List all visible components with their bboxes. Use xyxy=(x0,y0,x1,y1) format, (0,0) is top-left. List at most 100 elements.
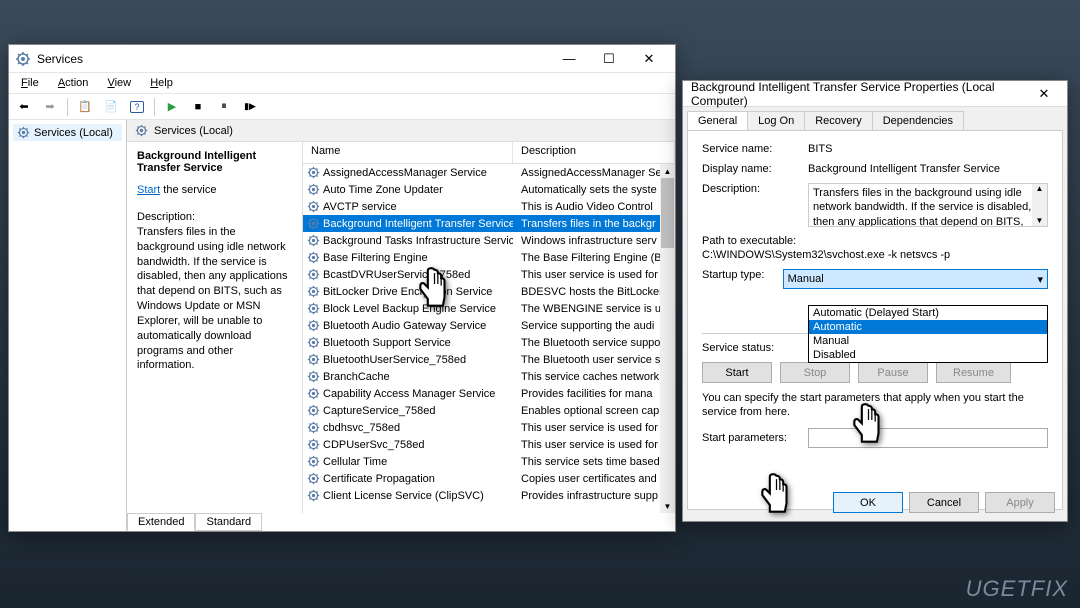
list-row[interactable]: Bluetooth Audio Gateway ServiceService s… xyxy=(303,317,675,334)
column-description[interactable]: Description xyxy=(513,142,675,163)
menu-file[interactable]: File xyxy=(13,75,47,91)
label-path: Path to executable: xyxy=(702,235,796,247)
tab-recovery[interactable]: Recovery xyxy=(804,111,872,130)
gear-icon xyxy=(307,183,320,196)
export-button[interactable]: 📄 xyxy=(100,96,122,118)
tab-logon[interactable]: Log On xyxy=(747,111,805,130)
list-row[interactable]: cbdhsvc_758edThis user service is used f… xyxy=(303,419,675,436)
list-row[interactable]: Client License Service (ClipSVC)Provides… xyxy=(303,487,675,504)
start-params-input[interactable] xyxy=(808,428,1048,448)
close-button[interactable]: ✕ xyxy=(629,46,669,72)
list-row[interactable]: CDPUserSvc_758edThis user service is use… xyxy=(303,436,675,453)
scroll-down[interactable]: ▼ xyxy=(660,499,675,513)
option-manual[interactable]: Manual xyxy=(809,334,1047,348)
start-service-link[interactable]: Start xyxy=(137,184,160,196)
list-row[interactable]: AssignedAccessManager ServiceAssignedAcc… xyxy=(303,164,675,181)
list-row[interactable]: AVCTP serviceThis is Audio Video Control xyxy=(303,198,675,215)
gear-icon xyxy=(307,285,320,298)
props-title-text: Background Intelligent Transfer Service … xyxy=(691,80,1029,108)
back-button[interactable]: ⬅ xyxy=(13,96,35,118)
label-service-status: Service status: xyxy=(702,342,808,354)
gear-icon xyxy=(307,217,320,230)
menu-view[interactable]: View xyxy=(99,75,139,91)
option-automatic[interactable]: Automatic xyxy=(809,320,1047,334)
gear-icon xyxy=(307,489,320,502)
selected-service-title: Background Intelligent Transfer Service xyxy=(137,150,292,174)
menubar: File Action View Help xyxy=(9,73,675,94)
gear-icon xyxy=(307,370,320,383)
list-row[interactable]: Cellular TimeThis service sets time base… xyxy=(303,453,675,470)
value-service-name: BITS xyxy=(808,143,1048,155)
description-label: Description: xyxy=(137,210,292,225)
option-auto-delayed[interactable]: Automatic (Delayed Start) xyxy=(809,306,1047,320)
list-row[interactable]: Certificate PropagationCopies user certi… xyxy=(303,470,675,487)
pause-button[interactable]: ⏸ xyxy=(213,96,235,118)
play-button[interactable]: ▶ xyxy=(161,96,183,118)
list-row[interactable]: Capability Access Manager ServiceProvide… xyxy=(303,385,675,402)
titlebar: Services — ☐ ✕ xyxy=(9,45,675,73)
list-row[interactable]: Bluetooth Support ServiceThe Bluetooth s… xyxy=(303,334,675,351)
option-disabled[interactable]: Disabled xyxy=(809,348,1047,362)
services-window: Services — ☐ ✕ File Action View Help ⬅ ➡… xyxy=(8,44,676,532)
list-row[interactable]: Block Level Backup Engine ServiceThe WBE… xyxy=(303,300,675,317)
list-row[interactable]: Background Intelligent Transfer ServiceT… xyxy=(303,215,675,232)
gear-icon xyxy=(307,336,320,349)
menu-help[interactable]: Help xyxy=(142,75,181,91)
forward-button[interactable]: ➡ xyxy=(39,96,61,118)
scroll-thumb[interactable] xyxy=(661,178,674,248)
gear-icon xyxy=(307,251,320,264)
gear-icon xyxy=(135,124,148,137)
desc-scrollbar[interactable]: ▲ ▼ xyxy=(1032,184,1047,226)
column-name[interactable]: Name xyxy=(303,142,513,163)
bottom-tabs: Extended Standard xyxy=(127,513,262,531)
list-row[interactable]: CaptureService_758edEnables optional scr… xyxy=(303,402,675,419)
cancel-button[interactable]: Cancel xyxy=(909,492,979,513)
detail-pane: Background Intelligent Transfer Service … xyxy=(127,142,303,513)
list-row[interactable]: BluetoothUserService_758edThe Bluetooth … xyxy=(303,351,675,368)
label-service-name: Service name: xyxy=(702,143,808,155)
service-list[interactable]: AssignedAccessManager ServiceAssignedAcc… xyxy=(303,164,675,504)
startup-type-dropdown[interactable]: Automatic (Delayed Start) Automatic Manu… xyxy=(808,305,1048,363)
props-tabs: General Log On Recovery Dependencies xyxy=(683,107,1067,130)
start-button[interactable]: Start xyxy=(702,362,772,383)
list-row[interactable]: BitLocker Drive Encryption ServiceBDESVC… xyxy=(303,283,675,300)
list-row[interactable]: Background Tasks Infrastructure ServiceW… xyxy=(303,232,675,249)
list-row[interactable]: BcastDVRUserService_758edThis user servi… xyxy=(303,266,675,283)
tab-extended[interactable]: Extended xyxy=(127,514,195,531)
gear-icon xyxy=(307,387,320,400)
dialog-buttons: OK Cancel Apply xyxy=(833,492,1055,513)
list-row[interactable]: Auto Time Zone UpdaterAutomatically sets… xyxy=(303,181,675,198)
gear-icon xyxy=(307,404,320,417)
apply-button[interactable]: Apply xyxy=(985,492,1055,513)
tab-dependencies[interactable]: Dependencies xyxy=(872,111,964,130)
tab-standard[interactable]: Standard xyxy=(195,514,262,531)
props-titlebar: Background Intelligent Transfer Service … xyxy=(683,81,1067,107)
stop-button[interactable]: Stop xyxy=(780,362,850,383)
list-row[interactable]: BranchCacheThis service caches network xyxy=(303,368,675,385)
gear-icon xyxy=(307,455,320,468)
tree-item-services-local[interactable]: Services (Local) xyxy=(13,124,122,141)
maximize-button[interactable]: ☐ xyxy=(589,46,629,72)
resume-button[interactable]: Resume xyxy=(936,362,1011,383)
list-pane: Name Description AssignedAccessManager S… xyxy=(303,142,675,513)
stop-button[interactable]: ■ xyxy=(187,96,209,118)
label-display-name: Display name: xyxy=(702,163,808,175)
close-button[interactable]: ✕ xyxy=(1029,81,1059,107)
minimize-button[interactable]: — xyxy=(549,46,589,72)
ok-button[interactable]: OK xyxy=(833,492,903,513)
startup-type-combobox[interactable]: Manual ▾ xyxy=(783,269,1048,289)
watermark: UGETFIX xyxy=(966,576,1068,602)
scroll-up[interactable]: ▲ xyxy=(660,164,675,178)
help-button[interactable]: ? xyxy=(126,96,148,118)
list-row[interactable]: Base Filtering EngineThe Base Filtering … xyxy=(303,249,675,266)
scrollbar[interactable]: ▲ ▼ xyxy=(660,164,675,513)
properties-window: Background Intelligent Transfer Service … xyxy=(682,80,1068,522)
chevron-down-icon: ▾ xyxy=(1037,273,1043,286)
right-pane: Services (Local) Background Intelligent … xyxy=(127,120,675,531)
tab-general[interactable]: General xyxy=(687,111,748,130)
pause-button[interactable]: Pause xyxy=(858,362,928,383)
restart-button[interactable]: ▮▶ xyxy=(239,96,261,118)
list-header: Name Description xyxy=(303,142,675,164)
menu-action[interactable]: Action xyxy=(50,75,97,91)
show-hide-tree-button[interactable]: 📋 xyxy=(74,96,96,118)
